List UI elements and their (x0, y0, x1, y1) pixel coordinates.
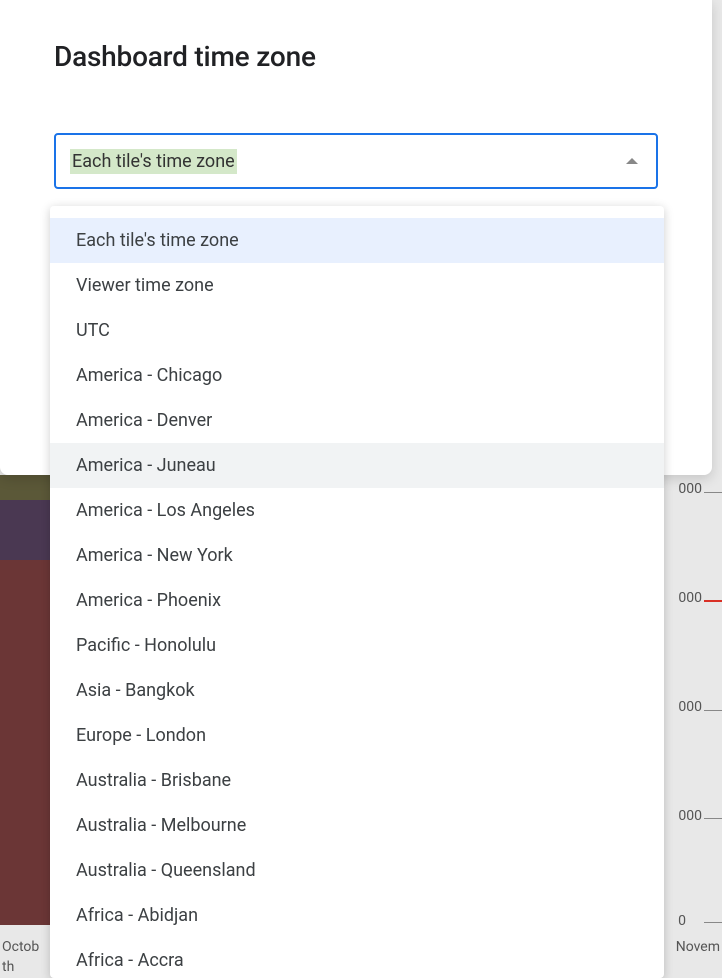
axis-month-label: Novem (676, 939, 720, 955)
axis-month-label: Octob (2, 939, 39, 955)
timezone-dropdown[interactable]: Each tile's time zone Viewer time zone U… (50, 206, 664, 978)
dialog-title: Dashboard time zone (54, 40, 658, 73)
select-value: Each tile's time zone (70, 149, 237, 174)
chart-bar-segment (0, 560, 50, 925)
axis-tick-label: 0 (678, 913, 686, 929)
dropdown-option-denver[interactable]: America - Denver (50, 398, 664, 443)
timezone-select[interactable]: Each tile's time zone (54, 133, 658, 189)
dropdown-option-melbourne[interactable]: Australia - Melbourne (50, 803, 664, 848)
dropdown-option-chicago[interactable]: America - Chicago (50, 353, 664, 398)
axis-tick-line (704, 492, 722, 493)
dropdown-option-honolulu[interactable]: Pacific - Honolulu (50, 623, 664, 668)
dropdown-option-juneau[interactable]: America - Juneau (50, 443, 664, 488)
dropdown-option-los-angeles[interactable]: America - Los Angeles (50, 488, 664, 533)
chart-bar-segment (0, 500, 50, 560)
dropdown-option-each-tile[interactable]: Each tile's time zone (50, 218, 664, 263)
axis-tick-label: 000 (678, 699, 702, 715)
axis-tick-label: 000 (678, 590, 702, 606)
dropdown-option-viewer[interactable]: Viewer time zone (50, 263, 664, 308)
axis-tick-line (704, 710, 722, 711)
axis-red-line (704, 600, 722, 602)
dropdown-option-accra[interactable]: Africa - Accra (50, 938, 664, 978)
axis-month-label: th (2, 959, 14, 975)
axis-tick-label: 000 (678, 481, 702, 497)
axis-tick-label: 000 (678, 808, 702, 824)
axis-tick-line (704, 818, 722, 819)
dropdown-option-utc[interactable]: UTC (50, 308, 664, 353)
dropdown-option-abidjan[interactable]: Africa - Abidjan (50, 893, 664, 938)
dropdown-option-queensland[interactable]: Australia - Queensland (50, 848, 664, 893)
axis-tick-line (704, 922, 722, 923)
dropdown-option-bangkok[interactable]: Asia - Bangkok (50, 668, 664, 713)
dropdown-option-phoenix[interactable]: America - Phoenix (50, 578, 664, 623)
dropdown-option-london[interactable]: Europe - London (50, 713, 664, 758)
dropdown-option-brisbane[interactable]: Australia - Brisbane (50, 758, 664, 803)
dropdown-option-new-york[interactable]: America - New York (50, 533, 664, 578)
caret-up-icon (626, 158, 638, 164)
